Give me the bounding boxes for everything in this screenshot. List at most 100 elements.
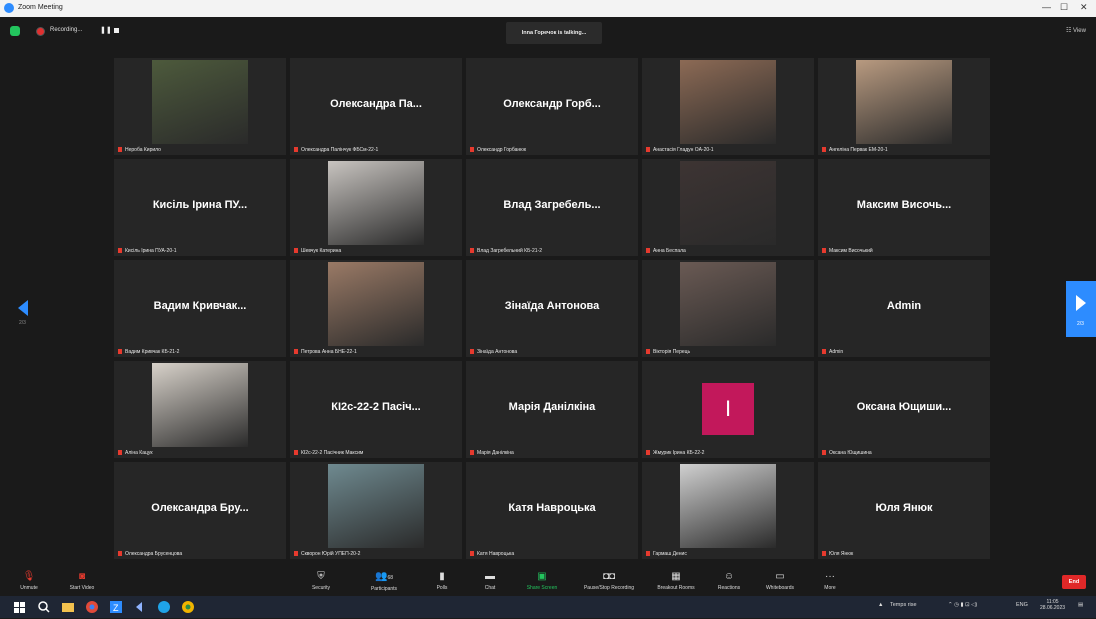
windows-start-icon[interactable] — [14, 601, 28, 615]
recording-icon — [36, 27, 45, 36]
participant-tile[interactable]: Анна Беспала — [642, 159, 814, 256]
participant-tile[interactable]: Ангеліна Первак ЕМ-20-1 — [818, 58, 990, 155]
participant-tile[interactable]: КІ2с-22-2 Пасіч... КІ2с-22-2 Пасічник Мак… — [290, 361, 462, 458]
participant-display-name: Юля Янюк — [875, 502, 933, 514]
pause-stop-recording-button[interactable]: ◘◘ Pause/Stop Recording — [576, 570, 642, 592]
participant-tile[interactable]: Admin Admin — [818, 260, 990, 357]
page-indicator-left: 2/3 — [19, 320, 26, 326]
previous-page-arrow-icon[interactable] — [18, 300, 28, 316]
participant-label-text: Жмурик Ірина КБ-22-2 — [653, 450, 705, 456]
weather-label[interactable]: Temps rise — [890, 602, 917, 608]
participant-tile[interactable]: I Жмурик Ірина КБ-22-2 — [642, 361, 814, 458]
participant-tile[interactable]: Гармаш Денис — [642, 462, 814, 559]
polls-button[interactable]: ▮ Polls — [430, 570, 454, 592]
chat-icon: ▬ — [485, 571, 495, 582]
start-video-label: Start Video — [69, 585, 95, 591]
participant-video — [680, 60, 776, 144]
chat-label: Chat — [484, 585, 496, 591]
unmute-button[interactable]: 🎙 Unmute — [14, 570, 44, 592]
file-explorer-icon[interactable] — [62, 600, 76, 614]
zoom-taskbar-icon[interactable]: Z — [110, 600, 124, 614]
participant-tile[interactable]: Олександр Горб... Олександр Горбанюк — [466, 58, 638, 155]
edge-icon[interactable] — [158, 600, 172, 614]
participant-tile[interactable]: Максим Височь... Максим Височький — [818, 159, 990, 256]
share-screen-button[interactable]: ▣ Share Screen — [520, 570, 564, 592]
participant-tile[interactable]: Марія Данілкіна Марія Данілкіна — [466, 361, 638, 458]
encryption-shield-icon[interactable] — [10, 26, 20, 36]
start-video-button[interactable]: ◙ Start Video — [62, 570, 102, 592]
minimize-button[interactable]: — — [1042, 2, 1051, 12]
chrome-icon-2[interactable] — [182, 600, 196, 614]
participant-tile[interactable]: Вікторія Перець — [642, 260, 814, 357]
participant-tile[interactable]: Анастасія Гладун ОА-20-1 — [642, 58, 814, 155]
participant-label: Аліна Кацук — [118, 450, 153, 456]
participant-label-text: Оксана Ющишина — [829, 450, 872, 456]
reactions-label: Reactions — [717, 585, 741, 591]
chat-button[interactable]: ▬ Chat — [478, 570, 502, 592]
participant-tile[interactable]: Кисіль Ірина ПУ... Кисіль Ірина ПУА-20-1 — [114, 159, 286, 256]
whiteboards-button[interactable]: ▭ Whiteboards — [758, 570, 802, 592]
mic-muted-icon — [118, 450, 122, 456]
participant-tile[interactable]: Скворон Юрій УПЕП-20-2 — [290, 462, 462, 559]
participant-label-text: Вадим Кривчак КБ-21-2 — [125, 349, 180, 355]
participant-label-text: Гармаш Денис — [653, 551, 687, 557]
participant-label: Анна Беспала — [646, 248, 686, 254]
microphone-muted-icon: 🎙 — [22, 571, 36, 582]
mic-muted-icon — [118, 147, 122, 153]
mic-muted-icon — [646, 551, 650, 557]
participant-display-name: Максим Височь... — [856, 199, 952, 211]
participant-tile[interactable]: Олександра Па... Олександра Палінчук ФБСм… — [290, 58, 462, 155]
participant-tile[interactable]: Юля Янюк Юля Янюк — [818, 462, 990, 559]
search-icon[interactable] — [38, 600, 52, 614]
view-button[interactable]: ☷ View — [1066, 27, 1086, 34]
participant-label-text: Олександр Горбанюк — [477, 147, 527, 153]
participant-display-name: Олександра Бру... — [151, 502, 249, 514]
weather-icon[interactable]: ▲ — [878, 602, 883, 608]
participants-button[interactable]: 👥68 Participants — [362, 570, 406, 593]
participant-tile[interactable]: Вадим Кривчак... Вадим Кривчак КБ-21-2 — [114, 260, 286, 357]
participant-tile[interactable]: Оксана Ющиши... Оксана Ющишина — [818, 361, 990, 458]
more-button[interactable]: ··· More — [818, 570, 842, 592]
participant-tile[interactable]: Катя Навроцька Катя Навроцька — [466, 462, 638, 559]
participant-tile[interactable]: Аліна Кацук — [114, 361, 286, 458]
shield-icon: ⛨ — [317, 571, 325, 582]
participant-tile[interactable]: Петрова Анна БНЕ-22-1 — [290, 260, 462, 357]
participant-label-text: Анастасія Гладун ОА-20-1 — [653, 147, 714, 153]
chrome-icon[interactable] — [86, 600, 100, 614]
end-meeting-button[interactable]: End — [1062, 575, 1086, 589]
mic-muted-icon — [294, 147, 298, 153]
participant-label: Вікторія Перець — [646, 349, 690, 355]
reactions-button[interactable]: ☺ Reactions — [712, 570, 746, 592]
participant-label: Анастасія Гладун ОА-20-1 — [646, 147, 714, 153]
security-button[interactable]: ⛨ Security — [306, 570, 336, 592]
video-off-icon: ◙ — [78, 571, 86, 582]
participant-label-text: Анна Беспала — [653, 248, 686, 254]
participant-label-text: Катя Навроцька — [477, 551, 515, 557]
participant-tile[interactable]: Нероба Кирило — [114, 58, 286, 155]
mic-muted-icon — [470, 349, 474, 355]
breakout-rooms-button[interactable]: ▦ Breakout Rooms — [652, 570, 700, 592]
tray-icons[interactable]: ⌃ ◷ ▮ ⊡ ◁) — [948, 602, 977, 608]
mic-muted-icon — [646, 248, 650, 254]
stop-recording-button[interactable] — [114, 28, 119, 33]
participant-label: Максим Височький — [822, 248, 873, 254]
language-indicator[interactable]: ENG — [1016, 602, 1028, 608]
mic-muted-icon — [294, 450, 298, 456]
participant-tile[interactable]: Шевчук Катерина — [290, 159, 462, 256]
next-page-button[interactable]: 2/3 — [1066, 281, 1096, 337]
participant-tile[interactable]: Влад Загребель... Влад Загребельний КБ-21… — [466, 159, 638, 256]
participant-label-text: Скворон Юрій УПЕП-20-2 — [301, 551, 361, 557]
participant-display-name: Зінаїда Антонова — [504, 300, 600, 312]
participant-tile[interactable]: Зінаїда Антонова Зінаїда Антонова — [466, 260, 638, 357]
participant-tile[interactable]: Олександра Бру... Олександра Брусенцова — [114, 462, 286, 559]
clock[interactable]: 11:05 28.06.2023 — [1040, 599, 1065, 611]
app-icon[interactable] — [134, 600, 148, 614]
notifications-icon[interactable]: ▤ — [1078, 602, 1083, 608]
participant-display-name: Оксана Ющиши... — [856, 401, 952, 413]
pause-recording-button[interactable]: ❚❚ — [100, 26, 112, 34]
window-title: Zoom Meeting — [18, 4, 63, 11]
mic-muted-icon — [294, 248, 298, 254]
participant-video — [152, 363, 248, 447]
maximize-button[interactable]: ☐ — [1060, 2, 1068, 13]
close-button[interactable]: ✕ — [1080, 2, 1088, 13]
